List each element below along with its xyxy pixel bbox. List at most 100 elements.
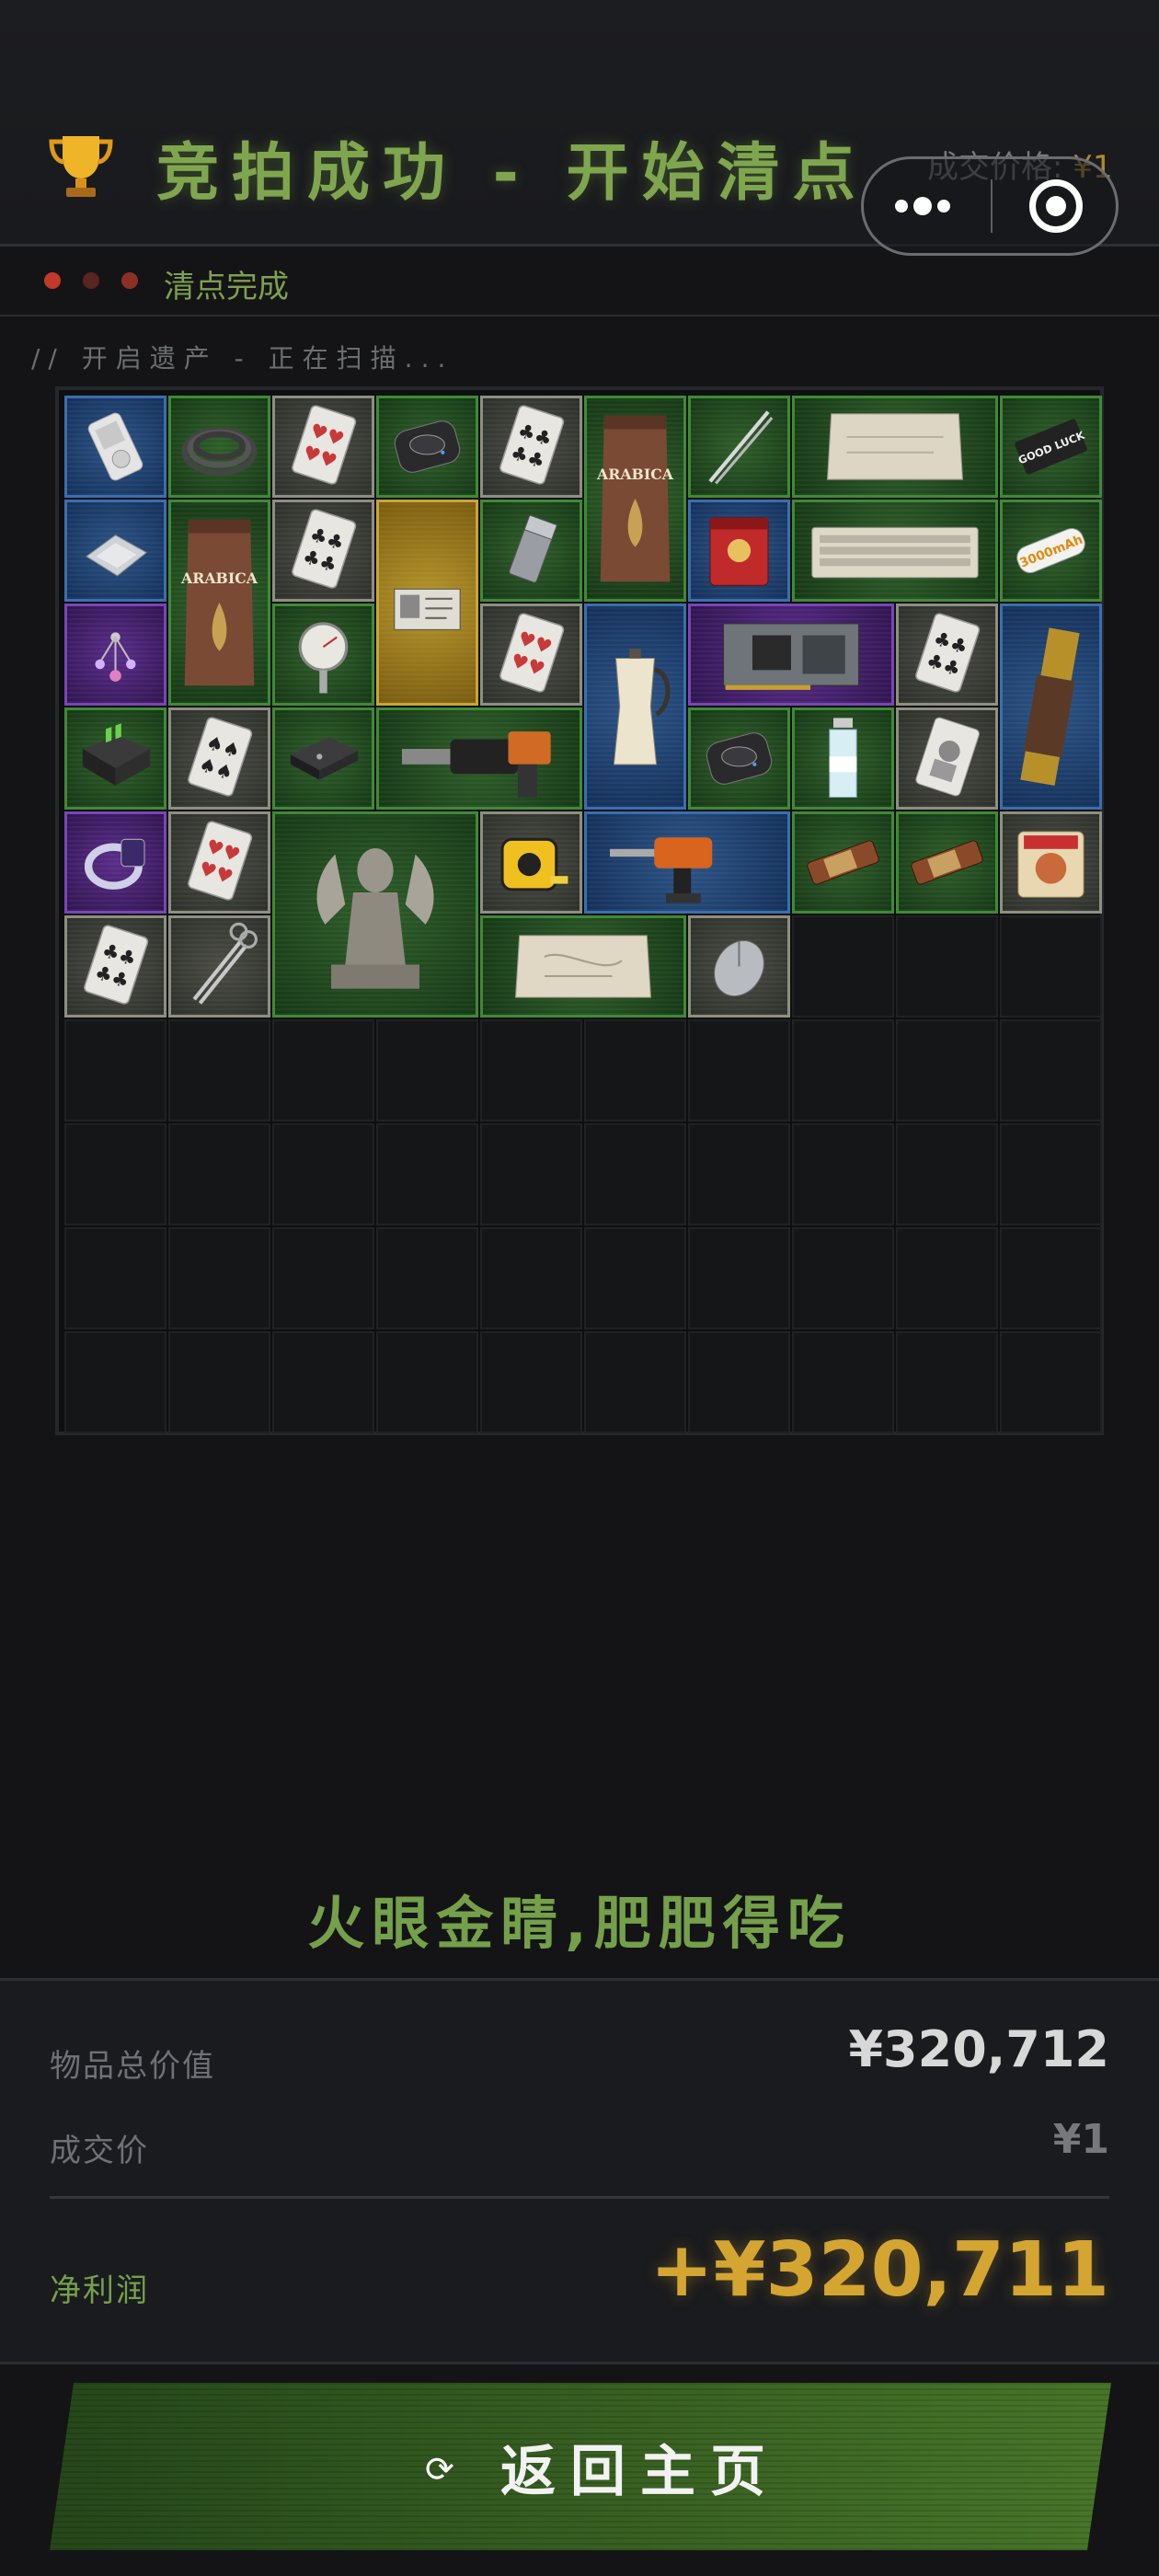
grid-cell [896,1331,998,1433]
grid-cell [1000,1227,1102,1329]
item-playing-card-clubs[interactable]: ♣♣ ♣♣ [896,604,998,706]
grid-cell [896,1123,998,1225]
item-cordless-drill[interactable] [584,811,790,914]
grid-cell [168,1331,270,1433]
grid-cell [584,1331,686,1433]
grid-cell [896,915,998,1018]
status-dot [121,272,138,289]
item-winged-sphinx-statue[interactable] [272,811,478,1018]
item-computer-mouse[interactable] [688,915,790,1018]
item-playing-card-clubs[interactable]: ♣♣ ♣♣ [272,500,374,602]
item-battery-3000mah[interactable]: 3000mAh [1000,500,1102,602]
grid-cell [376,1123,478,1225]
item-good-luck-box[interactable]: GOOD LUCK [1000,396,1102,498]
grid-cell [480,1019,582,1121]
item-arabica-coffee-bag[interactable]: ARABICA [584,396,686,602]
item-playing-card-hearts[interactable]: ♥♥ ♥♥ [480,604,582,706]
return-home-button[interactable]: ⟳ 返回主页 [50,2383,1111,2550]
grid-cell [376,1227,478,1329]
grid-cell [1000,1331,1102,1433]
grid-cell [792,1019,894,1121]
summary-divider [50,2196,1109,2199]
item-power-drill[interactable] [376,707,582,810]
item-graphics-card[interactable] [688,604,894,706]
net-profit-value: +¥320,711 [649,2226,1109,2314]
item-battery-charger[interactable] [64,707,166,810]
item-mp3-player[interactable] [64,396,166,498]
grid-cell [64,1227,166,1329]
item-scissors[interactable] [168,915,270,1018]
grid-cell [376,1331,478,1433]
grid-cell [64,1123,166,1225]
item-ring[interactable] [64,811,166,914]
item-red-tea-tin[interactable] [688,500,790,602]
item-playing-card-spades[interactable]: ♠♠ ♠♠ [168,707,270,810]
deal-price-value: ¥1 [1052,2116,1109,2163]
item-silver-plate[interactable] [64,500,166,602]
item-thermometer-gauge[interactable] [272,604,374,706]
item-playing-card-clubs[interactable]: ♣♣ ♣♣ [480,396,582,498]
item-old-parchment[interactable] [792,396,998,498]
total-value-label: 物品总价值 [50,2048,215,2085]
inventory-grid: ♥♥ ♥♥ ♣♣ ♣♣ ARABICA GOOD LUCK ARABICA ♣♣ ♣♣ 3000m… [55,386,1104,1435]
item-old-map-scroll[interactable] [480,915,686,1018]
grid-cell [64,1019,166,1121]
svg-text:ARABICA: ARABICA [180,569,258,587]
grid-cell [688,1019,790,1121]
tagline: 火眼金睛,肥肥得吃 [307,1890,852,1957]
scan-status-text: // 开启遗产 - 正在扫描... [31,343,454,374]
item-arabica-coffee-bag[interactable]: ARABICA [168,500,270,706]
item-keyboard[interactable] [792,500,998,602]
item-coiled-cable[interactable] [168,396,270,498]
grid-cell [64,1331,166,1433]
trophy-icon [49,136,113,197]
grid-cell [792,1331,894,1433]
item-wireless-charger[interactable] [688,707,790,810]
item-playing-card-hearts[interactable]: ♥♥ ♥♥ [272,396,374,498]
item-water-bottle[interactable] [792,707,894,810]
item-external-drive[interactable] [272,707,374,810]
grid-cell [688,1123,790,1225]
grid-cell [272,1331,374,1433]
item-tape-measure[interactable] [480,811,582,914]
grid-cell [272,1019,374,1121]
return-home-label: 返回主页 [500,2440,780,2504]
item-wireless-charger[interactable] [376,396,478,498]
grid-cell [792,915,894,1018]
item-spyglass[interactable] [1000,604,1102,810]
status-text: 清点完成 [164,269,289,305]
item-tweezers[interactable] [688,396,790,498]
grid-cell [896,1227,998,1329]
svg-text:ARABICA: ARABICA [596,466,674,483]
item-document-card[interactable] [376,500,478,706]
grid-cell [376,1019,478,1121]
grid-cell [688,1331,790,1433]
item-snack-bar[interactable] [896,811,998,914]
grid-cell [480,1227,582,1329]
grid-cell [584,1123,686,1225]
item-moka-pot[interactable] [584,604,686,810]
grid-cell [896,1019,998,1121]
item-playing-card-portrait[interactable] [896,707,998,810]
more-options-icon[interactable] [895,196,956,215]
net-profit-label: 净利润 [50,2272,149,2309]
close-miniprogram-icon[interactable] [1029,179,1083,233]
status-dot [83,272,99,289]
grid-cell [480,1123,582,1225]
status-dot [44,272,61,289]
item-zippo-lighter[interactable] [480,500,582,602]
item-playing-card-clubs[interactable]: ♣♣ ♣♣ [64,915,166,1018]
grid-cell [168,1123,270,1225]
item-instant-noodles[interactable] [1000,811,1102,914]
refresh-icon: ⟳ [425,2449,454,2490]
grid-cell [1000,915,1102,1018]
item-playing-card-hearts[interactable]: ♥♥ ♥♥ [168,811,270,914]
item-snack-bar[interactable] [792,811,894,914]
grid-cell [272,1123,374,1225]
item-jewelry-pendant[interactable] [64,604,166,706]
grid-cell [792,1227,894,1329]
grid-cell [688,1227,790,1329]
total-value: ¥320,712 [848,2020,1109,2078]
capsule-divider [991,179,993,233]
grid-cell [168,1227,270,1329]
